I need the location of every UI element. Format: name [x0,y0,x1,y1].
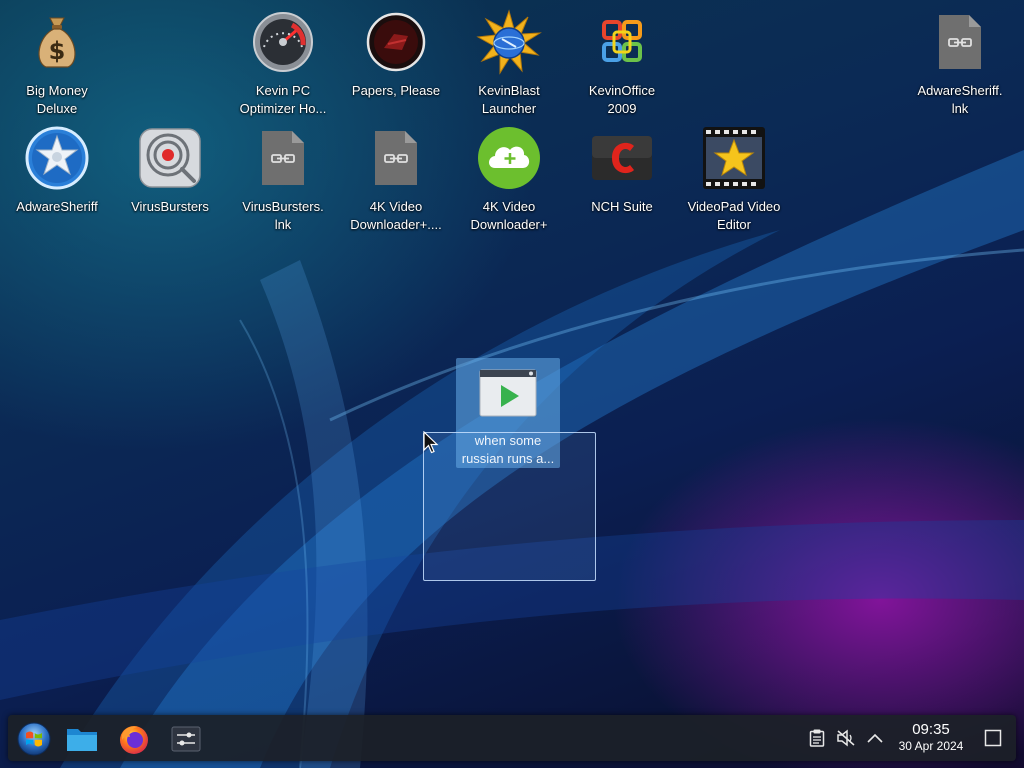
desktop-icon-4k-video-downloader[interactable]: 4K Video Downloader+ [457,124,561,234]
icon-label: NCH Suite [591,199,653,214]
speaker-muted-icon [837,729,855,747]
icon-label: KevinBlast Launcher [478,83,540,116]
cloud-download-icon [475,124,543,192]
icon-label: VideoPad Video Editor [687,199,781,232]
desktop-icon-videopad-video-editor[interactable]: VideoPad Video Editor [682,124,786,234]
speedometer-icon [249,8,317,76]
taskbar-file-manager-button[interactable] [64,721,100,757]
clipboard-tray-button[interactable] [806,727,828,749]
virus-target-icon [136,124,204,192]
icon-label: 4K Video Downloader+.... [350,199,442,232]
show-desktop-button[interactable] [982,727,1004,749]
start-menu-button[interactable] [16,721,52,757]
show-desktop-icon [984,729,1002,747]
icon-label: VirusBursters [131,199,209,214]
start-orb-icon [17,722,51,756]
file-manager-icon [67,729,97,751]
selection-rectangle [423,432,596,581]
mouse-cursor-icon [423,431,439,454]
icon-label: 4K Video Downloader+ [470,199,548,232]
link-file-icon [926,8,994,76]
taskbar: 09:35 30 Apr 2024 [8,715,1016,761]
desktop-icon-4k-video-downloader-lnk[interactable]: 4K Video Downloader+.... [344,124,448,234]
sheriff-badge-icon [23,124,91,192]
desktop-icon-nch-suite[interactable]: NCH Suite [570,124,674,216]
nch-suite-icon [588,124,656,192]
icon-label: Papers, Please [351,83,441,98]
firefox-icon [120,726,148,754]
clock-date: 30 Apr 2024 [898,739,964,753]
icon-label: AdwareSheriff [16,199,98,214]
desktop-icon-virusbursters-lnk[interactable]: VirusBursters. lnk [231,124,335,234]
desktop-icon-adwaresheriff-lnk[interactable]: AdwareSheriff. lnk [908,8,1012,118]
show-hidden-tray-button[interactable] [864,727,886,749]
desktop-icon-papers-please[interactable]: Papers, Please [344,8,448,100]
digital-clock[interactable]: 09:35 30 Apr 2024 [886,721,976,754]
volume-tray-button[interactable] [835,727,857,749]
svg-text:$: $ [49,37,66,65]
link-file-icon [249,124,317,192]
kevinblast-sun-icon [475,8,543,76]
desktop-icon-kevinblast-launcher[interactable]: KevinBlast Launcher [457,8,561,118]
desktop-icon-adwaresheriff[interactable]: AdwareSheriff [5,124,109,216]
video-play-icon [474,358,542,426]
papers-please-icon [362,8,430,76]
chevron-up-icon [867,733,883,743]
desktop-icon-big-money-deluxe[interactable]: $ Big Money Deluxe [5,8,109,118]
desktop[interactable]: $ Big Money Deluxe Kevin PC Optimizer Ho… [0,0,1024,768]
desktop-icon-kevin-pc-optimizer[interactable]: Kevin PC Optimizer Ho... [231,8,335,118]
film-star-icon [700,124,768,192]
icon-label: AdwareSheriff. lnk [917,83,1003,116]
clipboard-icon [809,729,825,747]
taskbar-settings-button[interactable] [168,721,204,757]
desktop-icon-kevinoffice-2009[interactable]: KevinOffice 2009 [570,8,674,118]
taskbar-firefox-button[interactable] [116,721,152,757]
icon-label: Big Money Deluxe [26,83,88,116]
icon-label: Kevin PC Optimizer Ho... [239,83,327,116]
icon-label: KevinOffice 2009 [588,83,656,116]
clock-time: 09:35 [912,721,950,738]
desktop-icon-virusbursters[interactable]: VirusBursters [118,124,222,216]
office-logo-icon [588,8,656,76]
link-file-icon [362,124,430,192]
icon-label: VirusBursters. lnk [242,199,324,232]
money-bag-icon: $ [23,8,91,76]
settings-sliders-icon [171,726,201,752]
